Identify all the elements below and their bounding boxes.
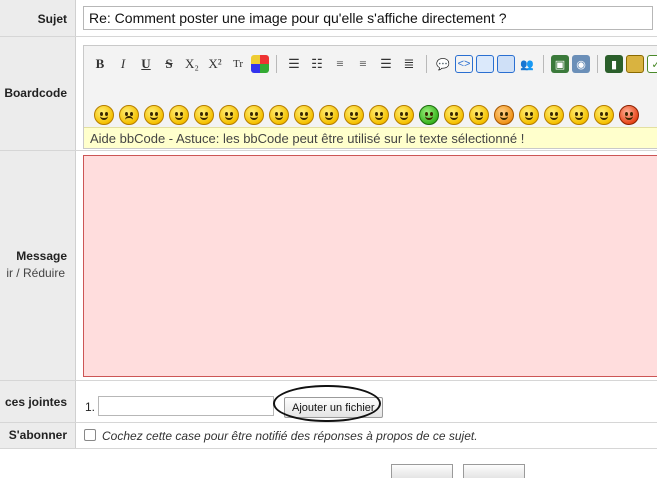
label-column: Sujet: [0, 0, 76, 36]
subscribe-row: S'abonner Cochez cette case pour être no…: [0, 423, 657, 449]
smiley-grin-icon[interactable]: [169, 105, 189, 125]
smiley-neutral-icon[interactable]: [569, 105, 589, 125]
bbcode-toolbar: B I U S X₂ X² Tr ☰ ☷ ≡ ≡ ☰ ≣ 💬 <> 👥 ▣ ◉ …: [83, 45, 657, 149]
underline-button[interactable]: U: [136, 54, 156, 74]
document-icon[interactable]: ✓: [647, 55, 657, 73]
list-item-icon[interactable]: ≡: [330, 54, 350, 74]
smiley-sick-icon[interactable]: [419, 105, 439, 125]
attachments-content: 1. Ajouter un fichier: [77, 381, 657, 422]
align-left-icon[interactable]: ≡: [353, 54, 373, 74]
smiley-cool-icon[interactable]: [94, 105, 114, 125]
code-icon[interactable]: <>: [455, 55, 473, 73]
message-label: Message: [16, 249, 67, 263]
smiley-dizzy-icon[interactable]: [369, 105, 389, 125]
add-file-button[interactable]: Ajouter un fichier: [284, 397, 383, 418]
toolbar-separator: [597, 55, 598, 73]
subject-input[interactable]: [83, 6, 653, 30]
italic-button[interactable]: I: [113, 54, 133, 74]
message-row: Message ir / Réduire: [0, 151, 657, 381]
smiley-shocked-icon[interactable]: [319, 105, 339, 125]
boardcode-row: Boardcode B I U S X₂ X² Tr ☰ ☷ ≡ ≡ ☰ ≣ 💬: [0, 37, 657, 151]
boardcode-content: B I U S X₂ X² Tr ☰ ☷ ≡ ≡ ☰ ≣ 💬 <> 👥 ▣ ◉ …: [77, 37, 657, 150]
subject-row: Sujet: [0, 0, 657, 37]
smiley-devil-icon[interactable]: [619, 105, 639, 125]
attachments-label: ces jointes: [4, 395, 67, 409]
format-toolbar-row: B I U S X₂ X² Tr ☰ ☷ ≡ ≡ ☰ ≣ 💬 <> 👥 ▣ ◉ …: [90, 51, 657, 77]
subscribe-text: Cochez cette case pour être notifié des …: [102, 429, 478, 443]
submit-button[interactable]: [391, 464, 453, 478]
label-column: Boardcode: [0, 37, 76, 150]
smiley-roll-icon[interactable]: [594, 105, 614, 125]
smiley-eek-icon[interactable]: [469, 105, 489, 125]
picture-icon[interactable]: [626, 55, 644, 73]
message-resize-links[interactable]: ir / Réduire: [6, 266, 65, 280]
font-size-button[interactable]: Tr: [228, 54, 248, 74]
superscript-button[interactable]: X²: [205, 54, 225, 74]
bold-button[interactable]: B: [90, 54, 110, 74]
smiley-happy-icon[interactable]: [194, 105, 214, 125]
quote-icon[interactable]: 💬: [434, 55, 452, 73]
smiley-angry-icon[interactable]: [269, 105, 289, 125]
message-content: [77, 151, 657, 380]
smiley-tongue-icon[interactable]: [244, 105, 264, 125]
subscript-button[interactable]: X₂: [182, 54, 202, 74]
smiley-embarrassed-icon[interactable]: [494, 105, 514, 125]
boardcode-label: Boardcode: [4, 86, 67, 100]
toolbar-separator: [426, 55, 427, 73]
smiley-surprised-icon[interactable]: [344, 105, 364, 125]
subscribe-checkbox[interactable]: [84, 429, 96, 441]
bullet-list-icon[interactable]: ☰: [284, 54, 304, 74]
align-right-icon[interactable]: ≣: [399, 54, 419, 74]
toolbar-separator: [543, 55, 544, 73]
video-icon[interactable]: ▮: [605, 55, 623, 73]
smiley-rolleyes-icon[interactable]: [444, 105, 464, 125]
label-column: ces jointes: [0, 381, 76, 422]
strikethrough-button[interactable]: S: [159, 54, 179, 74]
color-grid-icon[interactable]: [251, 55, 269, 73]
attachment-number: 1.: [85, 400, 96, 414]
table-icon[interactable]: [476, 55, 494, 73]
smiley-sad-icon[interactable]: [119, 105, 139, 125]
subject-content: [77, 0, 657, 36]
label-column: Message ir / Réduire: [0, 151, 76, 380]
smiley-row: [94, 102, 639, 128]
smiley-exclaim-icon[interactable]: [519, 105, 539, 125]
subject-label: Sujet: [37, 12, 67, 26]
bbcode-help-bar: Aide bbCode - Astuce: les bbCode peut êt…: [84, 127, 657, 148]
numbered-list-icon[interactable]: ☷: [307, 54, 327, 74]
insert-image-icon[interactable]: ▣: [551, 55, 569, 73]
file-path-input[interactable]: [98, 396, 274, 416]
smiley-wink-icon[interactable]: [219, 105, 239, 125]
web-image-icon[interactable]: ◉: [572, 55, 590, 73]
toolbar-separator: [276, 55, 277, 73]
subscribe-label: S'abonner: [8, 428, 67, 442]
smiley-laugh-icon[interactable]: [394, 105, 414, 125]
smiley-smile-icon[interactable]: [144, 105, 164, 125]
smiley-crazy-icon[interactable]: [544, 105, 564, 125]
smiley-confused-icon[interactable]: [294, 105, 314, 125]
label-column: S'abonner: [0, 423, 76, 448]
preview-button[interactable]: [463, 464, 525, 478]
users-icon[interactable]: 👥: [518, 55, 536, 73]
message-textarea[interactable]: [83, 155, 657, 377]
subscribe-content: Cochez cette case pour être notifié des …: [77, 423, 657, 448]
align-center-icon[interactable]: ☰: [376, 54, 396, 74]
window-icon[interactable]: [497, 55, 515, 73]
attachments-row: ces jointes 1. Ajouter un fichier: [0, 381, 657, 423]
